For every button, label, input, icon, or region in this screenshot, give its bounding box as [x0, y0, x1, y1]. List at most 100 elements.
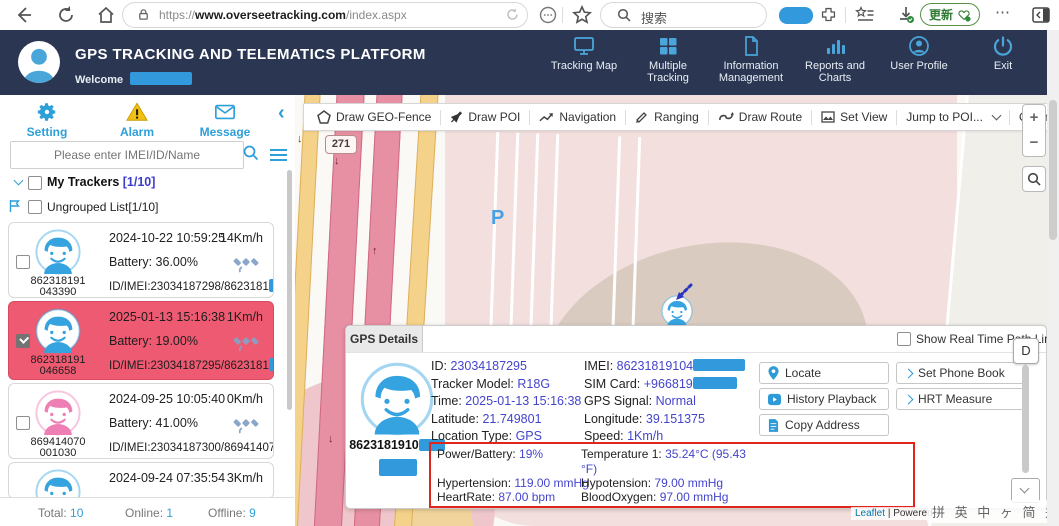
draw-route-button[interactable]: Draw Route: [709, 110, 811, 124]
nav-multiple-tracking[interactable]: Multiple Tracking: [626, 35, 710, 84]
back-icon[interactable]: [14, 5, 34, 25]
page-scrollbar[interactable]: [1047, 30, 1059, 526]
nav-reports-charts[interactable]: Reports and Charts: [793, 35, 877, 84]
locate-button[interactable]: Locate: [759, 362, 889, 384]
tracker-search-input[interactable]: [10, 141, 244, 169]
d-key-button[interactable]: D: [1013, 338, 1039, 364]
device-map-marker[interactable]: [661, 295, 693, 327]
vital-power: Power/Battery: 19%: [437, 447, 543, 462]
subgroup-checkbox[interactable]: [28, 200, 42, 214]
address-bar[interactable]: https://www.overseetracking.com/index.as…: [122, 2, 528, 28]
ranging-button[interactable]: Ranging: [626, 110, 708, 124]
history-playback-button[interactable]: History Playback: [759, 388, 889, 410]
chevron-down-icon: [1020, 484, 1030, 494]
group-checkbox[interactable]: [28, 176, 42, 190]
alarm-warning-icon: [126, 101, 148, 123]
vital-hypotension: Hypotension: 79.00 mmHg: [581, 476, 723, 491]
tracker-speed: 0Km/h: [227, 392, 263, 406]
browser-search-box[interactable]: 搜索: [600, 2, 767, 28]
sidebar-tab-setting[interactable]: Setting: [12, 101, 82, 139]
copy-address-button[interactable]: Copy Address: [759, 414, 889, 436]
tracker-card[interactable]: 869414070001030 2024-09-25 10:05:40 0Km/…: [8, 383, 274, 459]
update-label: 更新: [929, 6, 953, 23]
favorite-star-icon[interactable]: [572, 5, 592, 25]
nav-information-management[interactable]: Information Management: [709, 35, 793, 84]
show-path-checkbox[interactable]: [897, 332, 911, 346]
zoom-in-button[interactable]: +: [1022, 104, 1046, 132]
tracker-card-selected[interactable]: 862318191046658 2025-01-13 15:16:38 1Km/…: [8, 301, 274, 380]
home-icon[interactable]: [96, 5, 116, 25]
extensions-icon[interactable]: [820, 6, 837, 23]
pin-icon: [450, 110, 463, 124]
tracker-time: 2024-09-24 07:35:54: [109, 471, 225, 485]
collapse-sidebar-arrow[interactable]: ‹: [278, 103, 285, 123]
oneway-arrow: ↓: [297, 133, 303, 145]
health-vitals-box: Power/Battery: 19% Temperature 1: 35.24°…: [429, 442, 915, 508]
favorites-bar-icon[interactable]: [855, 5, 875, 25]
tracker-card[interactable]: 862318191043390 2024-10-22 10:59:25 14Km…: [8, 222, 274, 298]
downloads-icon[interactable]: [896, 5, 916, 25]
url-text: https://www.overseetracking.com/index.as…: [159, 8, 407, 22]
tracker-card[interactable]: 2024-09-24 07:35:54 3Km/h: [8, 462, 274, 499]
subgroup-label[interactable]: Ungrouped List[1/10]: [47, 200, 158, 214]
tracker-group-label[interactable]: My Trackers [1/10]: [47, 175, 155, 189]
sidebar-panel-icon[interactable]: [1031, 5, 1051, 25]
update-button[interactable]: 更新: [920, 3, 980, 26]
zoom-out-button[interactable]: −: [1022, 130, 1046, 157]
map-attribution: Leaflet | Powered: [851, 507, 937, 520]
tracker-device-number: 869414070001030: [11, 437, 105, 459]
oneway-arrow: ↓: [334, 155, 340, 167]
total-count: Total: 10: [38, 506, 83, 520]
tracker-checkbox[interactable]: [16, 255, 30, 269]
vital-temperature: Temperature 1: 35.24°C (95.43 °F): [581, 447, 759, 477]
page-reload-icon[interactable]: [505, 7, 520, 22]
tracker-battery: Battery: 41.00%: [109, 416, 198, 430]
tree-expand-chevron[interactable]: [14, 176, 24, 186]
reports-charts-icon: [824, 35, 846, 57]
exit-power-icon: [992, 35, 1014, 57]
list-menu-icon[interactable]: [270, 146, 287, 164]
cursor-arrow-icon: [671, 283, 693, 305]
set-view-button[interactable]: Set View: [812, 110, 896, 124]
map-toolbar: Draw GEO-Fence Draw POI Navigation Rangi…: [303, 103, 1047, 131]
sidebar-scrollbar[interactable]: [287, 170, 292, 410]
browser-menu-icon[interactable]: ⋯: [995, 3, 1010, 21]
ime-toolbar[interactable]: 拼 英 中 ヶ 简 郑 S: [927, 500, 1047, 523]
reader-mode-icon[interactable]: [538, 5, 558, 25]
tracker-battery: Battery: 19.00%: [109, 334, 198, 348]
search-icon[interactable]: [243, 145, 259, 161]
gear-icon: [36, 101, 58, 123]
map-search-button[interactable]: [1022, 166, 1046, 192]
gps-device-avatar: [360, 362, 434, 436]
nav-user-profile[interactable]: User Profile: [877, 35, 961, 72]
draw-geofence-button[interactable]: Draw GEO-Fence: [308, 110, 440, 124]
nav-exit[interactable]: Exit: [961, 35, 1045, 72]
offline-count: Offline: 9: [208, 506, 256, 520]
tracker-checkbox-checked[interactable]: [16, 334, 30, 348]
set-phone-book-button[interactable]: Set Phone Book: [896, 362, 1026, 384]
user-profile-icon: [908, 35, 930, 57]
panel-scrollbar[interactable]: [1022, 365, 1029, 473]
refresh-icon[interactable]: [56, 5, 76, 25]
hrt-measure-button[interactable]: HRT Measure: [896, 388, 1026, 410]
location-pin-icon: [768, 366, 779, 380]
page-scrollbar-thumb[interactable]: [1049, 100, 1057, 240]
navigation-arrow-icon: [539, 111, 554, 123]
draw-poi-button[interactable]: Draw POI: [441, 110, 529, 124]
nav-label: Tracking Map: [542, 60, 626, 72]
sidebar-tab-message[interactable]: Message: [190, 101, 260, 139]
parking-label: P: [491, 207, 504, 230]
tracker-checkbox[interactable]: [16, 416, 30, 430]
map-area[interactable]: ↓ ↓ ↓ ↑ ↑ P 271 Draw GEO-Fence Draw POI: [295, 95, 1047, 526]
oneway-arrow: ↓: [328, 433, 334, 445]
redaction-box: [779, 7, 813, 24]
sidebar-tab-alarm[interactable]: Alarm: [102, 101, 172, 139]
tracker-avatar-boy-icon: [35, 469, 81, 499]
tracker-imei: ID/IMEI:23034187298/8623181: [109, 279, 274, 293]
gps-details-tab[interactable]: GPS Details: [346, 326, 423, 353]
app-header: GPS TRACKING AND TELEMATICS PLATFORM Wel…: [0, 30, 1059, 95]
jump-to-poi-dropdown[interactable]: Jump to POI...: [897, 110, 1009, 124]
nav-tracking-map[interactable]: Tracking Map: [542, 35, 626, 72]
tab-label: Message: [190, 125, 260, 139]
navigation-button[interactable]: Navigation: [530, 110, 625, 124]
